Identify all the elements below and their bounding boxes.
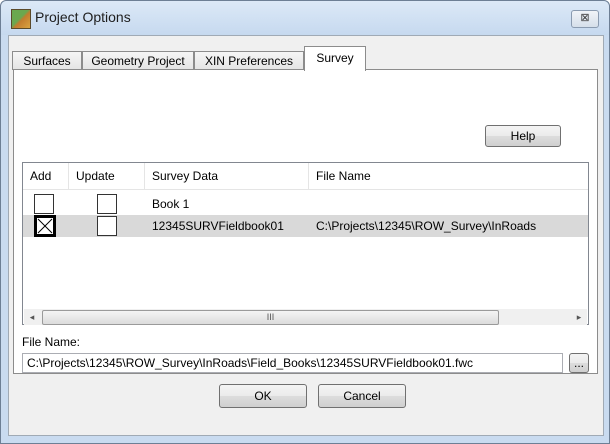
file-name-cell: C:\Projects\12345\ROW_Survey\InRoads <box>316 219 537 233</box>
file-name-label: File Name: <box>22 335 81 349</box>
survey-tab-panel: Help Add Update Survey Data File Name Bo… <box>13 69 598 374</box>
file-name-cell <box>316 193 588 215</box>
column-header-add[interactable]: Add <box>23 163 69 189</box>
cancel-button[interactable]: Cancel <box>318 384 406 408</box>
close-icon: ⊠ <box>580 12 590 24</box>
tab-survey[interactable]: Survey <box>304 46 366 71</box>
browse-button[interactable]: ... <box>569 353 589 373</box>
tab-surfaces[interactable]: Surfaces <box>12 51 82 70</box>
window-title: Project Options <box>35 9 131 25</box>
horizontal-scrollbar[interactable]: ◂ III ▸ <box>24 309 587 325</box>
close-button[interactable]: ⊠ <box>571 10 599 28</box>
add-checkbox[interactable] <box>34 215 56 237</box>
scroll-right-arrow-icon[interactable]: ▸ <box>571 309 587 325</box>
column-header-update[interactable]: Update <box>69 163 145 189</box>
app-icon <box>11 9 31 29</box>
update-checkbox[interactable] <box>97 194 117 214</box>
column-header-survey-data[interactable]: Survey Data <box>145 163 309 189</box>
checkmark-x-icon <box>37 218 53 234</box>
list-row[interactable]: 12345SURVFieldbook01 C:\Projects\12345\R… <box>23 215 588 237</box>
list-row[interactable]: Book 1 <box>23 193 588 215</box>
survey-data-cell: 12345SURVFieldbook01 <box>152 219 284 233</box>
file-name-field[interactable]: C:\Projects\12345\ROW_Survey\InRoads\Fie… <box>22 353 563 373</box>
survey-data-list[interactable]: Add Update Survey Data File Name Book 1 <box>22 162 589 325</box>
title-bar: Project Options ⊠ <box>1 1 609 35</box>
column-header-file-name[interactable]: File Name <box>309 163 588 189</box>
tab-geometry-project[interactable]: Geometry Project <box>82 51 194 70</box>
add-checkbox[interactable] <box>34 194 54 214</box>
scrollbar-thumb[interactable]: III <box>42 310 499 325</box>
dialog-client-area: Surfaces Geometry Project XIN Preference… <box>8 35 604 436</box>
tab-xin-preferences[interactable]: XIN Preferences <box>194 51 304 70</box>
update-checkbox[interactable] <box>97 216 117 236</box>
project-options-dialog: Project Options ⊠ Surfaces Geometry Proj… <box>0 0 610 444</box>
ok-button[interactable]: OK <box>219 384 307 408</box>
list-header: Add Update Survey Data File Name <box>23 163 588 190</box>
help-button[interactable]: Help <box>485 125 561 147</box>
survey-data-cell: Book 1 <box>152 197 190 211</box>
scroll-left-arrow-icon[interactable]: ◂ <box>24 309 40 325</box>
